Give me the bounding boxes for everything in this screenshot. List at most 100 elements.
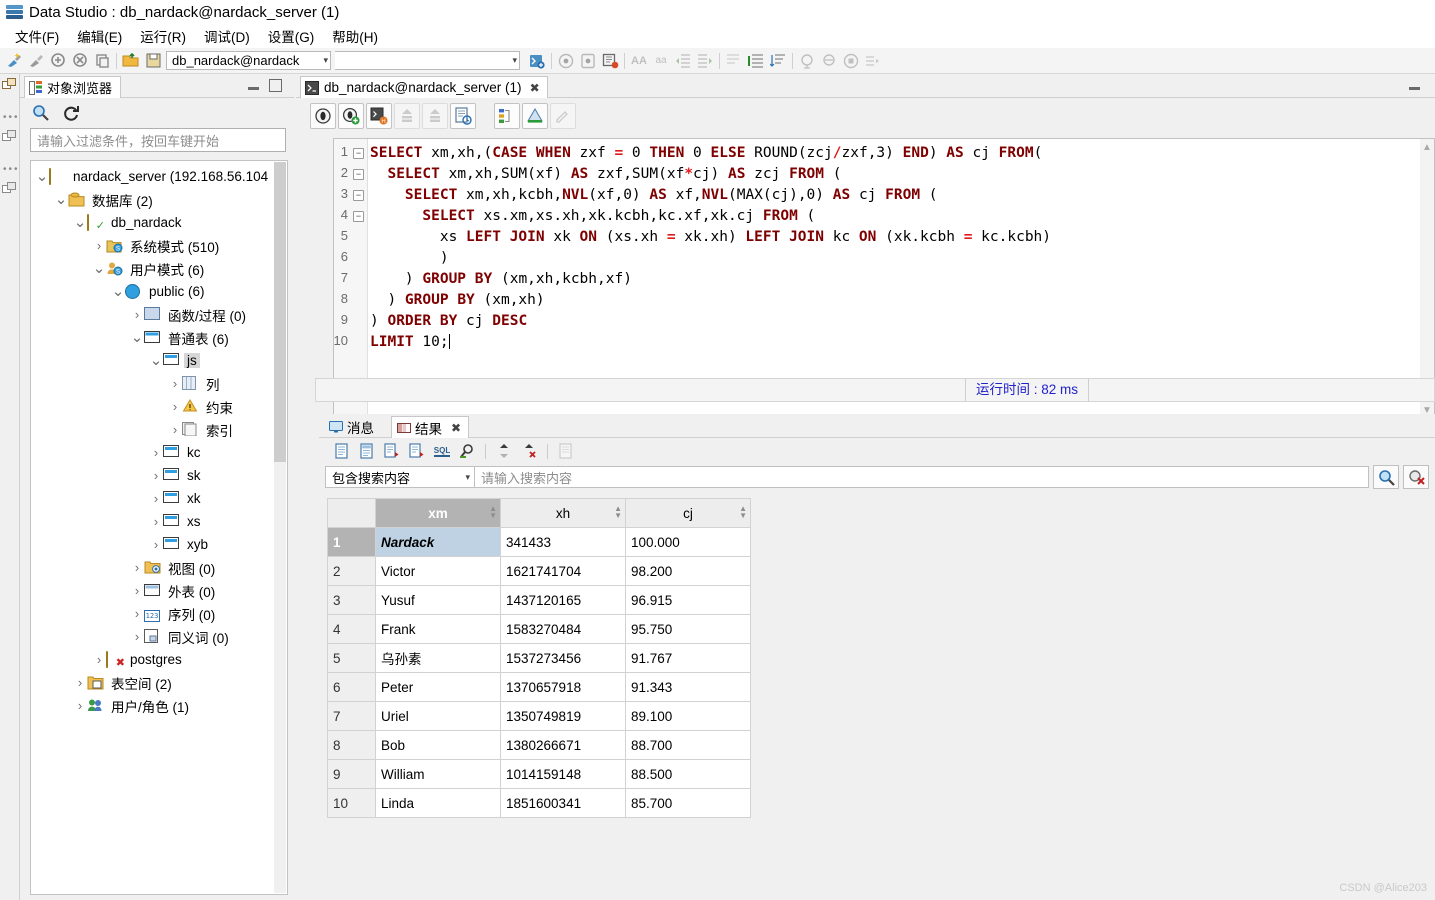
chevron-right-icon[interactable]: › bbox=[168, 376, 182, 391]
tree-node-xyb[interactable]: › xyb bbox=[31, 533, 287, 556]
chevron-right-icon[interactable]: › bbox=[130, 583, 144, 598]
chevron-down-icon[interactable]: ⌄ bbox=[73, 215, 87, 230]
minimize-icon[interactable] bbox=[247, 80, 260, 91]
disconnect-icon[interactable] bbox=[25, 50, 47, 72]
chevron-right-icon[interactable]: › bbox=[168, 399, 182, 414]
lowercase-icon[interactable]: aa bbox=[650, 50, 672, 72]
clear-sort-icon[interactable] bbox=[518, 440, 540, 462]
menu-run[interactable]: 运行(R) bbox=[131, 24, 195, 48]
clear-search-button[interactable] bbox=[1403, 465, 1429, 489]
chevron-down-icon[interactable]: ⌄ bbox=[35, 169, 49, 184]
sort-grip-icon[interactable]: ▲ ▼ bbox=[614, 505, 622, 520]
cell-xm[interactable]: Nardack bbox=[375, 527, 501, 557]
chevron-right-icon[interactable]: › bbox=[149, 537, 163, 552]
cell-xh[interactable]: 1380266671 bbox=[500, 730, 626, 760]
sort-icon[interactable] bbox=[767, 50, 789, 72]
tab-sql-editor[interactable]: db_nardack@nardack_server (1) ✖ bbox=[300, 76, 548, 98]
tree-node-sk[interactable]: › sk bbox=[31, 464, 287, 487]
comment-icon[interactable] bbox=[723, 50, 745, 72]
table-row[interactable]: 1 Nardack 341433 100.000 bbox=[327, 527, 751, 557]
tree-node-[interactable]: › 索引 bbox=[31, 418, 287, 441]
tree-node-postgres[interactable]: › ✖ postgres bbox=[31, 648, 287, 671]
cell-xh[interactable]: 1851600341 bbox=[500, 788, 626, 818]
table-row[interactable]: 4 Frank 1583270484 95.750 bbox=[327, 614, 751, 644]
cell-cj[interactable]: 96.915 bbox=[625, 585, 751, 615]
tree-node-0[interactable]: › 外表 (0) bbox=[31, 579, 287, 602]
fold-toggle-icon[interactable]: − bbox=[353, 211, 364, 222]
chevron-down-icon[interactable]: ⌄ bbox=[149, 353, 163, 368]
cell-cj[interactable]: 98.200 bbox=[625, 556, 751, 586]
cell-xh[interactable]: 1621741704 bbox=[500, 556, 626, 586]
tree-node-6[interactable]: ⌄ S 用户模式 (6) bbox=[31, 257, 287, 280]
commit-icon[interactable] bbox=[394, 103, 420, 129]
table-row[interactable]: 9 William 1014159148 88.500 bbox=[327, 759, 751, 789]
row-number-cell[interactable]: 9 bbox=[327, 759, 376, 789]
import-icon[interactable] bbox=[47, 50, 69, 72]
cell-xm[interactable]: William bbox=[375, 759, 501, 789]
tree-node-2[interactable]: › 表空间 (2) bbox=[31, 671, 287, 694]
sort-grip-icon[interactable]: ▲ ▼ bbox=[739, 505, 747, 520]
history-icon[interactable] bbox=[862, 50, 884, 72]
tree-scroll-thumb[interactable] bbox=[274, 162, 286, 462]
table-row[interactable]: 7 Uriel 1350749819 89.100 bbox=[327, 701, 751, 731]
chevron-right-icon[interactable]: › bbox=[130, 629, 144, 644]
chevron-right-icon[interactable]: › bbox=[149, 491, 163, 506]
cell-cj[interactable]: 88.500 bbox=[625, 759, 751, 789]
maximize-icon[interactable] bbox=[269, 79, 282, 92]
execute-icon[interactable] bbox=[310, 103, 336, 129]
scroll-up-arrow-icon[interactable]: ▲ bbox=[1422, 142, 1432, 153]
cell-xh[interactable]: 1014159148 bbox=[500, 759, 626, 789]
close-icon[interactable]: ✖ bbox=[530, 81, 540, 95]
cell-xm[interactable]: 乌孙素 bbox=[375, 643, 501, 673]
new-connection-icon[interactable] bbox=[3, 50, 25, 72]
sort-asc-icon[interactable] bbox=[493, 440, 515, 462]
table-row[interactable]: 6 Peter 1370657918 91.343 bbox=[327, 672, 751, 702]
table-row[interactable]: 2 Victor 1621741704 98.200 bbox=[327, 556, 751, 586]
row-number-cell[interactable]: 7 bbox=[327, 701, 376, 731]
tree-node-0[interactable]: › 同义词 (0) bbox=[31, 625, 287, 648]
menu-edit[interactable]: 编辑(E) bbox=[68, 24, 131, 48]
cell-cj[interactable]: 100.000 bbox=[625, 527, 751, 557]
tree-node-xs[interactable]: › xs bbox=[31, 510, 287, 533]
cell-xm[interactable]: Peter bbox=[375, 672, 501, 702]
execute-plan-icon[interactable] bbox=[796, 50, 818, 72]
cell-xm[interactable]: Victor bbox=[375, 556, 501, 586]
column-header-xm[interactable]: xm ▲ ▼ bbox=[375, 498, 501, 528]
sql-code[interactable]: SELECT xm,xh,(CASE WHEN zxf = 0 THEN 0 E… bbox=[368, 139, 1420, 419]
copy-grid-icon[interactable] bbox=[555, 440, 577, 462]
cell-xh[interactable]: 1583270484 bbox=[500, 614, 626, 644]
indent-left-icon[interactable] bbox=[672, 50, 694, 72]
cell-xh[interactable]: 1437120165 bbox=[500, 585, 626, 615]
chevron-right-icon[interactable]: › bbox=[149, 514, 163, 529]
chevron-down-icon[interactable]: ⌄ bbox=[92, 261, 106, 276]
close-icon[interactable]: ✖ bbox=[451, 421, 461, 435]
chevron-right-icon[interactable]: › bbox=[73, 698, 87, 713]
rail-restore-icon-2[interactable] bbox=[2, 130, 17, 145]
object-tree[interactable]: ⌄ nardack_server (192.168.56.104 ⌄ 数据库 (2) ⌄… bbox=[30, 160, 288, 895]
cell-xm[interactable]: Linda bbox=[375, 788, 501, 818]
run-icon[interactable] bbox=[555, 50, 577, 72]
execute-history-icon[interactable]: H bbox=[366, 103, 392, 129]
cell-cj[interactable]: 95.750 bbox=[625, 614, 751, 644]
cell-xm[interactable]: Yusuf bbox=[375, 585, 501, 615]
table-row[interactable]: 8 Bob 1380266671 88.700 bbox=[327, 730, 751, 760]
visual-explain-icon[interactable] bbox=[522, 103, 548, 129]
rail-restore-icon-3[interactable] bbox=[2, 182, 17, 197]
debug-icon[interactable] bbox=[599, 50, 621, 72]
row-number-cell[interactable]: 8 bbox=[327, 730, 376, 760]
search-icon[interactable] bbox=[32, 104, 50, 122]
export-sql-insert-icon[interactable] bbox=[381, 440, 403, 462]
menu-help[interactable]: 帮助(H) bbox=[323, 24, 387, 48]
chevron-right-icon[interactable]: › bbox=[149, 468, 163, 483]
fold-toggle-icon[interactable]: − bbox=[353, 190, 364, 201]
tree-node-xk[interactable]: › xk bbox=[31, 487, 287, 510]
results-grid[interactable]: xm ▲ ▼ xh ▲ ▼ cj ▲ ▼ 1 Nardack 341433 100.0 bbox=[327, 498, 755, 818]
rail-restore-icon-1[interactable] bbox=[2, 78, 17, 93]
save-file-icon[interactable] bbox=[142, 50, 164, 72]
tree-node-0[interactable]: › 123 序列 (0) bbox=[31, 602, 287, 625]
sql-history-icon[interactable] bbox=[450, 103, 476, 129]
secondary-combo[interactable]: ▾ bbox=[335, 51, 520, 70]
tree-node-public6[interactable]: ⌄ public (6) bbox=[31, 280, 287, 303]
menu-file[interactable]: 文件(F) bbox=[6, 24, 68, 48]
row-number-cell[interactable]: 1 bbox=[327, 527, 376, 557]
